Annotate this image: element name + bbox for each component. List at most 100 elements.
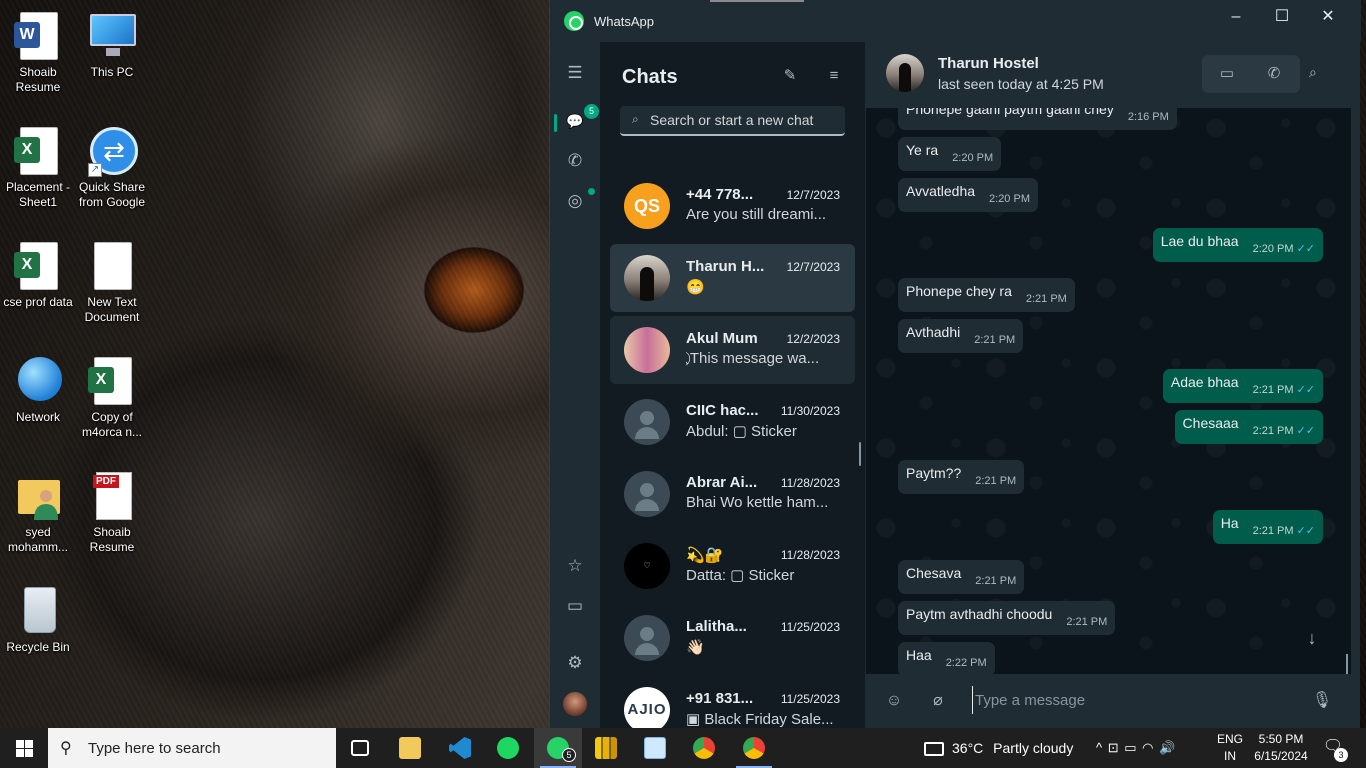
read-receipt-icon: ✓✓ <box>1296 243 1315 255</box>
chat-search-box[interactable]: ⌕ <box>620 106 845 136</box>
desktop-icon-this-pc[interactable]: This PC <box>74 10 150 80</box>
desktop-icon-network[interactable]: Network <box>0 355 76 425</box>
language-indicator[interactable]: ENG IN <box>1212 731 1248 765</box>
task-view-button[interactable] <box>336 728 384 768</box>
chats-nav-button[interactable]: 💬 5 <box>560 104 599 136</box>
snipping-tool-button[interactable] <box>631 728 679 768</box>
incoming-message[interactable]: Paytm avthadhi choodu 2:21 PM <box>898 601 1116 635</box>
pdf-document-icon: PDF <box>93 472 132 520</box>
conversation-scrollbar[interactable] <box>1346 654 1348 674</box>
outgoing-message[interactable]: Adae bhaa 2:21 PM ✓✓ <box>1162 369 1323 403</box>
settings-button[interactable]: ⚙ <box>560 648 590 678</box>
conversation-header[interactable]: Tharun Hostel last seen today at 4:25 PM… <box>866 42 1351 108</box>
desktop-icon-placement-sheet[interactable]: X Placement - Sheet1 <box>0 125 76 210</box>
archived-chats-button[interactable]: ▭ <box>560 591 590 621</box>
file-explorer-button[interactable] <box>386 728 434 768</box>
video-call-icon[interactable]: ▭ <box>1215 64 1239 84</box>
chat-list-item[interactable]: QS +44 778... 12/7/2023 Are you still dr… <box>610 172 855 240</box>
contact-avatar[interactable] <box>886 54 924 92</box>
spotify-icon <box>497 737 519 759</box>
chat-list-item[interactable]: Lalitha... 11/25/2023 👋🏻 <box>610 604 855 672</box>
chat-list-item[interactable]: ♡ 💫🔐 11/28/2023 Datta: ▢ Sticker <box>610 532 855 600</box>
spotify-button[interactable] <box>484 728 532 768</box>
incoming-message[interactable]: Phonepe gaani paytm gaani chey 2:16 PM <box>898 108 1177 130</box>
minimize-button[interactable]: – <box>1213 0 1259 36</box>
search-icon[interactable]: ⌕ <box>1309 64 1317 81</box>
outgoing-message[interactable]: Chesaaa 2:21 PM ✓✓ <box>1174 410 1323 444</box>
chat-list-item[interactable]: AJIO +91 831... 11/25/2023 ▣ Black Frida… <box>610 676 855 728</box>
start-button[interactable] <box>0 728 48 768</box>
desktop-icon-shoaib-resume-docx[interactable]: W Shoaib Resume <box>0 10 76 95</box>
active-indicator <box>554 114 557 132</box>
maximize-button[interactable]: ☐ <box>1259 0 1305 36</box>
desktop-icon-quick-share[interactable]: ⇄ ↗ Quick Share from Google <box>74 125 150 210</box>
incoming-message[interactable]: Ye ra 2:20 PM <box>898 137 1002 171</box>
incoming-message[interactable]: Chesava 2:21 PM <box>898 560 1025 594</box>
attach-icon[interactable]: ⌀ <box>927 690 949 712</box>
chat-list-item-selected[interactable]: Tharun H... 12/7/2023 😁 <box>610 244 855 312</box>
new-chat-icon[interactable]: ✎ <box>778 64 802 88</box>
incoming-message[interactable]: Phonepe chey ra 2:21 PM <box>898 278 1075 312</box>
chat-preview: 😁 <box>686 279 705 296</box>
chat-date: 12/7/2023 <box>786 260 840 274</box>
message-time: 2:22 PM <box>945 657 987 669</box>
desktop-icon-recycle-bin[interactable]: Recycle Bin <box>0 585 76 655</box>
voice-call-icon[interactable]: ✆ <box>1262 64 1286 84</box>
desktop-icon-label: Copy of m4orca n... <box>81 410 143 439</box>
word-document-icon: W <box>14 22 40 48</box>
scroll-to-bottom-icon[interactable]: ↓ <box>1298 624 1326 652</box>
excel-sheet-icon: X <box>88 367 114 393</box>
incoming-message[interactable]: Avvatledha 2:20 PM <box>898 178 1038 212</box>
status-icon: ◎ <box>567 191 583 210</box>
chrome-profile-button[interactable] <box>730 728 778 768</box>
chat-list-item[interactable]: Abrar Ai... 11/28/2023 Bhai Wo kettle ha… <box>610 460 855 528</box>
outgoing-message[interactable]: Ha 2:21 PM ✓✓ <box>1212 510 1323 544</box>
incoming-message[interactable]: Avthadhi 2:21 PM <box>898 319 1024 353</box>
chat-list-item[interactable]: Akul Mum 12/2/2023 ⃠ This message wa... <box>610 316 855 384</box>
chat-list-item[interactable]: CIIC hac... 11/30/2023 Abdul: ▢ Sticker <box>610 388 855 456</box>
desktop-icon-copy-of-m4orca[interactable]: X Copy of m4orca n... <box>74 355 150 440</box>
incoming-message[interactable]: Haa 2:22 PM <box>898 642 995 674</box>
desktop-icon-new-text-document[interactable]: New Text Document <box>74 240 150 325</box>
outgoing-message[interactable]: Lae du bhaa 2:20 PM ✓✓ <box>1152 228 1323 262</box>
taskbar-search-box[interactable]: ⚲ <box>48 728 336 768</box>
starred-messages-button[interactable]: ☆ <box>560 551 590 581</box>
chat-name: Lalitha... <box>686 618 747 635</box>
chats-icon: 💬 <box>566 113 584 129</box>
emoji-icon[interactable]: ☺ <box>883 690 905 712</box>
power-bi-icon <box>595 737 617 759</box>
chrome-button[interactable] <box>680 728 728 768</box>
incoming-message[interactable]: Paytm?? 2:21 PM <box>898 460 1025 494</box>
search-input[interactable] <box>650 106 840 134</box>
desktop-icon-cse-prof-data[interactable]: X cse prof data <box>0 240 76 310</box>
message-time: 2:21 PM <box>975 475 1017 487</box>
weather-widget[interactable]: 36°C Partly cloudy <box>924 728 1073 768</box>
status-nav-button[interactable]: ◎ <box>560 186 595 216</box>
calls-nav-button[interactable]: ✆ <box>560 146 590 176</box>
close-button[interactable]: ✕ <box>1305 0 1351 36</box>
profile-avatar[interactable] <box>563 692 587 716</box>
taskbar-search-input[interactable] <box>88 734 328 762</box>
microphone-icon[interactable]: 🎙 <box>1311 690 1333 712</box>
desktop-icon-shoaib-resume-pdf[interactable]: PDF Shoaib Resume <box>74 470 150 555</box>
message-time: 2:21 PM <box>1025 293 1067 305</box>
message-input[interactable] <box>972 686 1302 714</box>
message-list[interactable]: Phonepe gaani paytm gaani chey 2:16 PM Ye… <box>866 108 1351 674</box>
navigation-rail: ☰ 💬 5 ✆ ◎ ☆ ▭ ⚙ <box>550 42 600 728</box>
phone-icon: ✆ <box>567 151 583 170</box>
filter-icon[interactable]: ≡ <box>822 64 846 88</box>
desktop-icon-user-folder[interactable]: syed mohamm... <box>0 470 76 555</box>
system-tray-icons[interactable]: ^ ⊡ ▭ ◠ 🔊 <box>1096 728 1176 768</box>
star-icon: ☆ <box>567 556 583 575</box>
title-bar[interactable]: WhatsApp – ☐ ✕ <box>550 0 1361 42</box>
conversation-panel: Tharun Hostel last seen today at 4:25 PM… <box>866 42 1351 728</box>
vscode-button[interactable] <box>436 728 484 768</box>
search-icon: ⌕ <box>632 112 639 126</box>
chat-list-scrollbar[interactable] <box>859 442 861 466</box>
menu-icon[interactable]: ☰ <box>560 58 590 88</box>
whatsapp-taskbar-button[interactable]: 5 <box>534 728 582 768</box>
whatsapp-logo-icon <box>564 11 584 31</box>
power-bi-button[interactable] <box>582 728 630 768</box>
taskbar-clock[interactable]: 5:50 PM 6/15/2024 <box>1244 731 1318 765</box>
message-text: Paytm?? <box>906 465 962 481</box>
